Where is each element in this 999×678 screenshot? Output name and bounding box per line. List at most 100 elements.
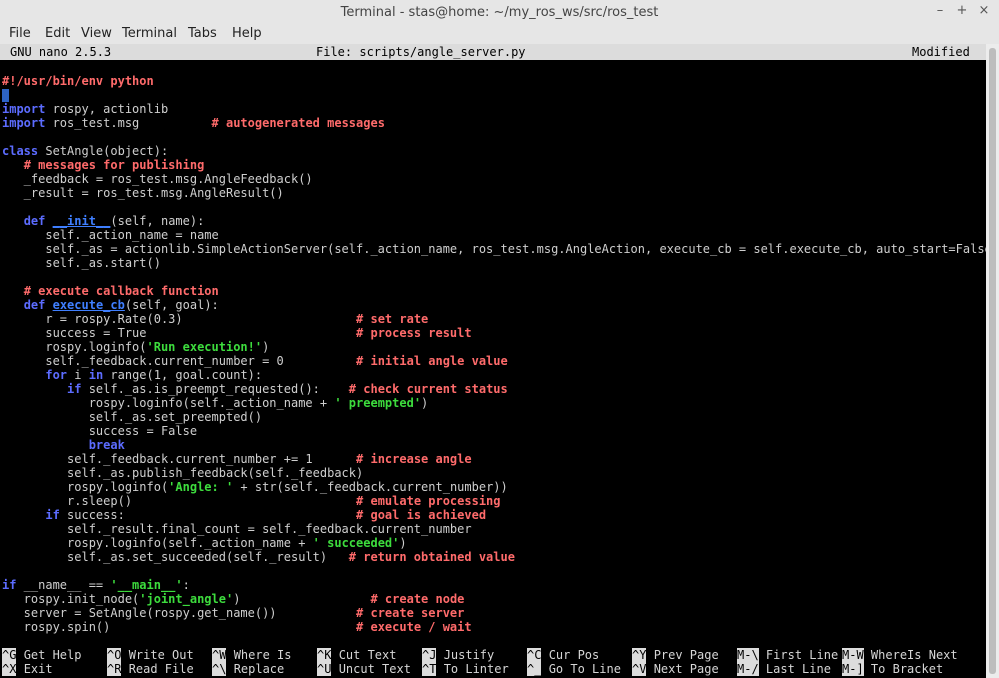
text-cursor — [2, 89, 9, 102]
shortcut-label: Where Is — [233, 648, 292, 662]
code-line: self._as.publish_feedback(self._feedback… — [2, 466, 363, 480]
code-line: # execute callback function — [2, 284, 219, 298]
code-line: rospy.loginfo(self._action_name + ' succ… — [2, 536, 407, 550]
code-token: rospy, actionlib — [45, 102, 169, 116]
shortcut-label: To Bracket — [870, 662, 944, 676]
code-token: range(1, goal.count): — [103, 368, 263, 382]
menu-view[interactable]: View — [81, 26, 112, 41]
code-token: success = False — [2, 424, 198, 438]
menu-terminal[interactable]: Terminal — [122, 26, 177, 41]
code-token: #!/usr/bin/env python — [2, 74, 154, 88]
shortcut-where-is: ^W Where Is — [212, 648, 291, 662]
code-token: self._result.final_count = self._feedbac… — [2, 522, 472, 536]
code-token: # return obtained value — [348, 550, 515, 564]
code-line: self._as.set_preempted() — [2, 410, 262, 424]
code-token: self._as.set_preempted() — [2, 410, 263, 424]
code-line: def __init__(self, name): — [2, 214, 205, 228]
code-token: break — [88, 438, 125, 452]
window-title: Terminal - stas@home: ~/my_ros_ws/src/ro… — [340, 5, 659, 20]
code-token: ) — [421, 396, 429, 410]
code-token: self._feedback.current_number += 1 — [2, 452, 357, 466]
shortcut-next-page: ^V Next Page — [632, 662, 719, 676]
shortcut-key: ^\ — [212, 662, 227, 676]
shortcut-label: Exit — [23, 662, 53, 676]
code-line: rospy.loginfo(self._action_name + ' pree… — [2, 396, 429, 410]
shortcut-first-line: M-\ First Line — [737, 648, 838, 662]
code-token: # execute callback function — [23, 284, 219, 298]
nano-header-bar: GNU nano 2.5.3 File: scripts/angle_serve… — [0, 44, 986, 60]
terminal-area[interactable]: GNU nano 2.5.3 File: scripts/angle_serve… — [0, 44, 999, 678]
nano-version: GNU nano 2.5.3 — [10, 45, 112, 59]
code-line: self._as.start() — [2, 256, 161, 270]
code-token: success: — [59, 508, 357, 522]
code-token: SetAngle(object): — [38, 144, 169, 158]
shortcut-key: ^U — [317, 662, 332, 676]
minimize-button[interactable]: – — [932, 3, 948, 19]
shortcut-key: ^G — [2, 648, 17, 662]
close-button[interactable]: × — [976, 3, 992, 19]
code-token: def — [23, 214, 46, 228]
menu-tabs[interactable]: Tabs — [188, 26, 217, 41]
code-token: server = SetAngle(rospy.get_name()) — [2, 606, 357, 620]
code-token: _result = ros_test.msg.AngleResult() — [2, 186, 284, 200]
code-token: for — [45, 368, 68, 382]
shortcut-key: ^X — [2, 662, 17, 676]
code-token: 'Angle: ' — [168, 480, 234, 494]
shortcut-cut-text: ^K Cut Text — [317, 648, 396, 662]
shortcut-label: Cur Pos — [548, 648, 600, 662]
code-line: rospy.spin() # execute / wait — [2, 620, 472, 634]
code-token: # goal is achieved — [356, 508, 487, 522]
code-line: if __name__ == '__main__': — [2, 578, 190, 592]
code-token: in — [88, 368, 104, 382]
shortcut-label: Prev Page — [653, 648, 719, 662]
code-token: self._as.start() — [2, 256, 161, 270]
shortcut-key: ^O — [107, 648, 122, 662]
menu-edit[interactable]: Edit — [45, 26, 70, 41]
menu-file[interactable]: File — [9, 26, 31, 41]
code-line: server = SetAngle(rospy.get_name()) # cr… — [2, 606, 465, 620]
shortcut-label: First Line — [765, 648, 839, 662]
shortcut-label: Last Line — [765, 662, 831, 676]
code-token: if — [2, 578, 17, 592]
code-token: if — [67, 382, 82, 396]
code-line: break — [2, 438, 125, 452]
shortcut-key: M-] — [842, 662, 864, 676]
code-token: 'Run execution!' — [146, 340, 263, 354]
shortcut-cur-pos: ^C Cur Pos — [527, 648, 599, 662]
code-token: if — [45, 508, 60, 522]
code-line: self._feedback.current_number += 1 # inc… — [2, 452, 472, 466]
code-token: class — [2, 144, 39, 158]
menu-help[interactable]: Help — [232, 26, 262, 41]
code-line: self._as = actionlib.SimpleActionServer(… — [2, 242, 999, 256]
scrollbar-thumb[interactable] — [989, 48, 996, 674]
code-token: # increase angle — [356, 452, 472, 466]
shortcut-go-to-line: ^_ Go To Line — [527, 662, 621, 676]
code-token: rospy.spin() — [2, 620, 357, 634]
code-line: for i in range(1, goal.count): — [2, 368, 262, 382]
code-token: import — [2, 116, 46, 130]
code-token: # emulate processing — [356, 494, 501, 508]
shortcut-key: ^T — [422, 662, 437, 676]
shortcut-label: Justify — [443, 648, 495, 662]
shortcut-uncut-text: ^U Uncut Text — [317, 662, 411, 676]
window-titlebar[interactable]: Terminal - stas@home: ~/my_ros_ws/src/ro… — [0, 0, 999, 26]
code-line: _feedback = ros_test.msg.AngleFeedback() — [2, 172, 313, 186]
code-line: if self._as.is_preempt_requested(): # ch… — [2, 382, 508, 396]
shortcut-label: WhereIs Next — [870, 648, 958, 662]
code-line: self._as.set_succeeded(self._result) # r… — [2, 550, 515, 564]
code-token: ' succeeded' — [312, 536, 400, 550]
code-token: # process result — [356, 326, 472, 340]
maximize-button[interactable]: + — [954, 3, 970, 19]
code-token: execute_cb — [52, 298, 125, 312]
code-line: self._action_name = name — [2, 228, 218, 242]
terminal-scrollbar[interactable] — [986, 44, 999, 678]
nano-modified-status: Modified — [912, 45, 970, 59]
shortcut-write-out: ^O Write Out — [107, 648, 194, 662]
code-token: # autogenerated messages — [211, 116, 385, 130]
